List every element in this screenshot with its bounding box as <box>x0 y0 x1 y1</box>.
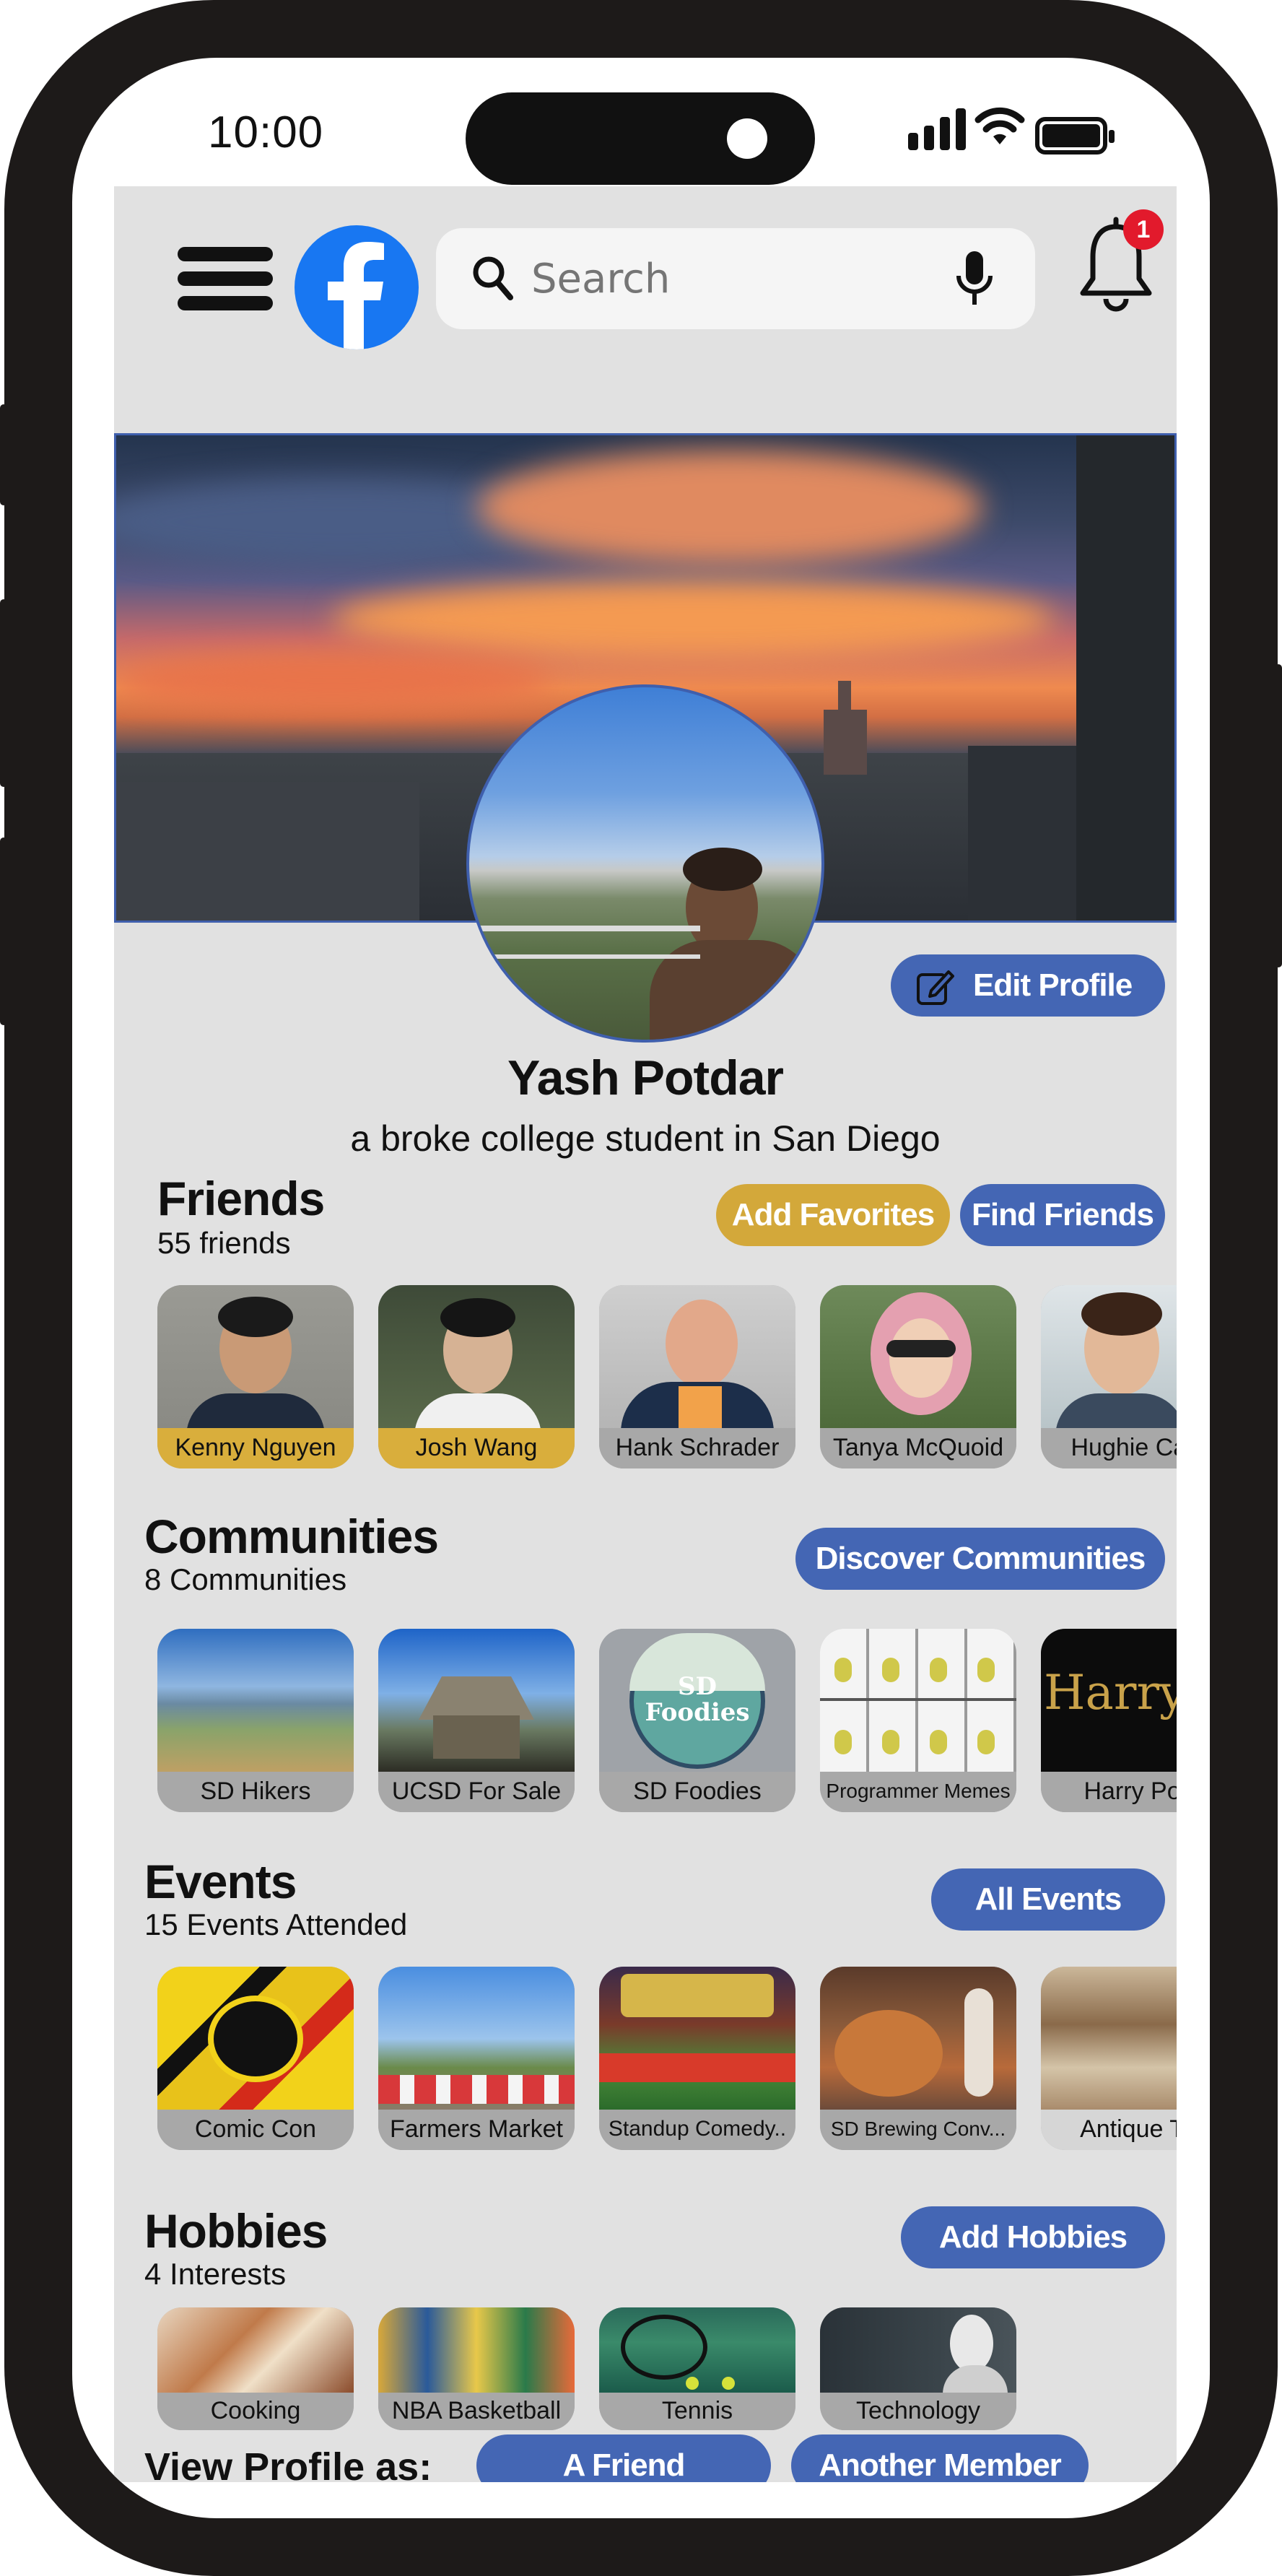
wifi-icon <box>974 107 1025 144</box>
facebook-f-icon <box>328 242 384 349</box>
friends-title: Friends <box>157 1172 325 1225</box>
profile-avatar[interactable] <box>466 684 824 1043</box>
camera-icon <box>727 118 767 159</box>
profile-name: Yash Potdar <box>507 1050 784 1105</box>
phone-mockup: 10:00 Search 1 Edit Profile Yash Potdar … <box>0 0 1282 2576</box>
event-label: SD Brewing Conv... <box>820 2110 1016 2150</box>
discover-communities-button[interactable]: Discover Communities <box>795 1528 1165 1590</box>
community-label: SD Foodies <box>599 1772 795 1812</box>
communities-title: Communities <box>144 1510 439 1563</box>
view-as-friend-button[interactable]: A Friend <box>476 2434 771 2482</box>
friend-label: Hughie Ca... <box>1041 1428 1177 1468</box>
hobby-label: Cooking <box>157 2393 354 2430</box>
notification-badge: 1 <box>1123 209 1164 250</box>
friend-label: Tanya McQuoid <box>820 1428 1016 1468</box>
status-bar: 10:00 <box>72 58 1210 186</box>
community-label: UCSD For Sale <box>378 1772 575 1812</box>
event-card[interactable]: Comic Con <box>157 1967 354 2150</box>
community-card[interactable]: UCSD For Sale <box>378 1629 575 1812</box>
search-bar[interactable] <box>436 228 1035 329</box>
search-icon <box>473 256 513 300</box>
search-input[interactable] <box>530 250 934 308</box>
status-time: 10:00 <box>208 108 324 157</box>
battery-icon <box>1035 117 1115 155</box>
sd-foodies-logo-text: SD Foodies <box>645 1672 750 1727</box>
hobby-card[interactable]: NBA Basketball <box>378 2307 575 2430</box>
community-card[interactable]: SD Foodies SD Foodies <box>599 1629 795 1812</box>
power-button <box>1275 664 1282 967</box>
volume-up-button <box>0 599 7 787</box>
edit-profile-label: Edit Profile <box>973 967 1133 1003</box>
edit-icon <box>917 970 954 1005</box>
hobby-card[interactable]: Technology <box>820 2307 1016 2430</box>
profile-bio: a broke college student in San Diego <box>350 1118 941 1159</box>
friend-label: Josh Wang <box>378 1428 575 1468</box>
hobby-label: Technology <box>820 2393 1016 2430</box>
hobby-label: Tennis <box>599 2393 795 2430</box>
event-label: Standup Comedy.. <box>599 2110 795 2150</box>
friend-card[interactable]: Hughie Ca... <box>1041 1285 1177 1468</box>
add-hobbies-button[interactable]: Add Hobbies <box>901 2206 1165 2268</box>
all-events-button[interactable]: All Events <box>931 1868 1165 1931</box>
profile-screen: 1 <box>114 186 1177 2482</box>
community-label: Programmer Memes <box>820 1772 1016 1812</box>
community-card[interactable]: Harry Po Harry Po.. <box>1041 1629 1177 1812</box>
event-label: Farmers Market <box>378 2110 575 2150</box>
community-label: Harry Po.. <box>1041 1772 1177 1812</box>
view-profile-as-label: View Profile as: <box>144 2445 432 2482</box>
hobby-label: NBA Basketball <box>378 2393 575 2430</box>
hobbies-count: 4 Interests <box>144 2257 287 2291</box>
event-label: Comic Con <box>157 2110 354 2150</box>
community-card[interactable]: SD Hikers <box>157 1629 354 1812</box>
event-card[interactable]: Standup Comedy.. <box>599 1967 795 2150</box>
event-card[interactable]: Antique Th <box>1041 1967 1177 2150</box>
friend-card[interactable]: Tanya McQuoid <box>820 1285 1016 1468</box>
events-title: Events <box>144 1855 297 1908</box>
view-as-member-button[interactable]: Another Member <box>791 2434 1089 2482</box>
hobby-card[interactable]: Cooking <box>157 2307 354 2430</box>
silent-switch <box>0 404 7 505</box>
hobby-card[interactable]: Tennis <box>599 2307 795 2430</box>
dynamic-island <box>466 92 815 185</box>
menu-icon[interactable] <box>178 244 273 313</box>
community-card[interactable]: Programmer Memes <box>820 1629 1016 1812</box>
friend-card[interactable]: Josh Wang <box>378 1285 575 1468</box>
events-count: 15 Events Attended <box>144 1907 408 1941</box>
friend-card[interactable]: Hank Schrader <box>599 1285 795 1468</box>
screen-bezel: 10:00 Search 1 Edit Profile Yash Potdar … <box>72 58 1210 2518</box>
edit-profile-button[interactable]: Edit Profile <box>891 954 1165 1017</box>
volume-down-button <box>0 837 7 1025</box>
communities-count: 8 Communities <box>144 1562 347 1596</box>
microphone-icon[interactable] <box>953 250 996 308</box>
friend-label: Kenny Nguyen <box>157 1428 354 1468</box>
community-label: SD Hikers <box>157 1772 354 1812</box>
friend-card[interactable]: Kenny Nguyen <box>157 1285 354 1468</box>
find-friends-button[interactable]: Find Friends <box>960 1184 1165 1246</box>
hobbies-title: Hobbies <box>144 2204 328 2258</box>
harry-potter-logo-text: Harry Po <box>1044 1665 1177 1720</box>
add-favorites-button[interactable]: Add Favorites <box>716 1184 950 1246</box>
friends-count: 55 friends <box>157 1226 291 1260</box>
event-label: Antique Th <box>1041 2110 1177 2150</box>
friend-label: Hank Schrader <box>599 1428 795 1468</box>
event-card[interactable]: SD Brewing Conv... <box>820 1967 1016 2150</box>
event-card[interactable]: Farmers Market <box>378 1967 575 2150</box>
facebook-logo[interactable] <box>295 225 419 349</box>
